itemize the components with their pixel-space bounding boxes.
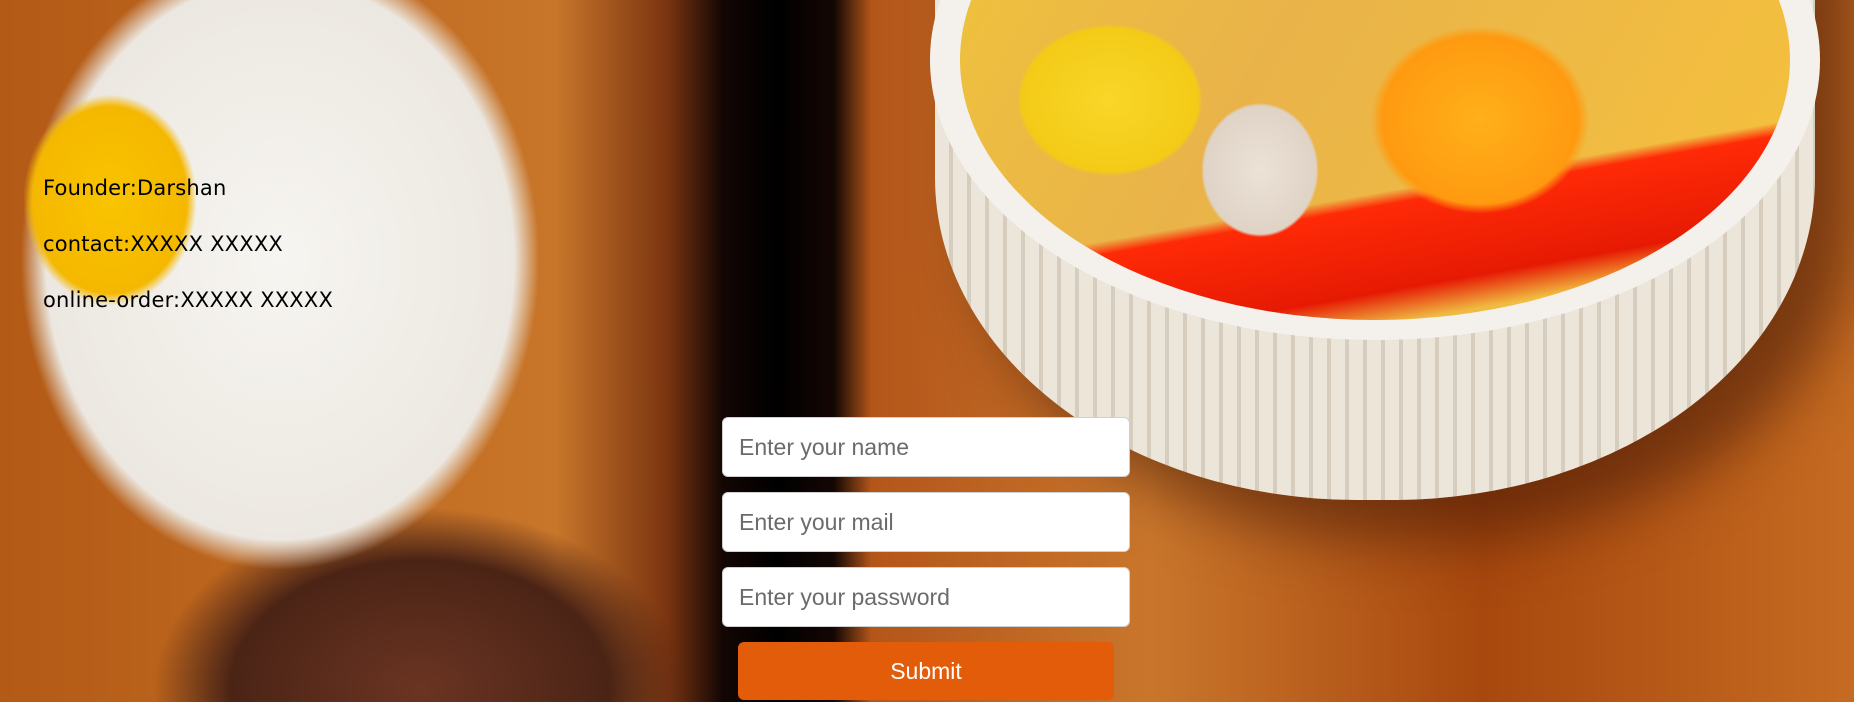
signup-form: Submit bbox=[722, 417, 1130, 700]
submit-button[interactable]: Submit bbox=[738, 642, 1114, 700]
page: { "info": { "founder": "Founder:Darshan"… bbox=[0, 0, 1854, 702]
founder-text: Founder:Darshan bbox=[43, 176, 227, 200]
mail-input[interactable] bbox=[722, 492, 1130, 552]
online-order-text: online-order:XXXXX XXXXX bbox=[43, 288, 334, 312]
password-input[interactable] bbox=[722, 567, 1130, 627]
contact-text: contact:XXXXX XXXXX bbox=[43, 232, 283, 256]
name-input[interactable] bbox=[722, 417, 1130, 477]
